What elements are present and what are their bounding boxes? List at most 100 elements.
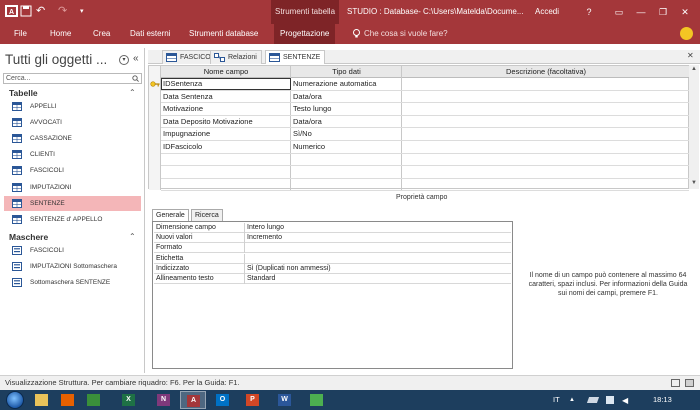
feedback-smiley-icon[interactable] bbox=[680, 27, 693, 40]
property-value[interactable]: Intero lungo bbox=[247, 223, 284, 233]
property-row[interactable]: Indicizzato Sì (Duplicati non ammessi) bbox=[154, 263, 511, 274]
taskbar-word-icon[interactable]: W bbox=[272, 391, 298, 409]
group-collapse-chevron-icon[interactable]: ⌃ bbox=[129, 88, 136, 97]
scroll-down-icon[interactable]: ▼ bbox=[691, 180, 697, 186]
property-row[interactable]: Dimensione campo Intero lungo bbox=[154, 223, 511, 233]
design-grid-row[interactable]: Data Deposito Motivazione Data/ora bbox=[161, 116, 689, 129]
description-cell[interactable] bbox=[402, 103, 689, 115]
design-view-icon[interactable] bbox=[685, 379, 694, 387]
close-button[interactable]: ✕ bbox=[670, 0, 700, 24]
data-type-cell[interactable]: Sì/No bbox=[291, 128, 402, 140]
property-row[interactable]: Etichetta bbox=[154, 253, 511, 264]
design-grid-row[interactable]: IDSentenza Numerazione automatica bbox=[161, 78, 689, 91]
clock[interactable]: 18:13 bbox=[653, 390, 672, 410]
nav-item[interactable]: CASSAZIONE bbox=[4, 131, 141, 146]
scroll-up-icon[interactable]: ▲ bbox=[691, 66, 697, 72]
nav-item[interactable]: IMPUTAZIONI bbox=[4, 180, 141, 195]
nav-search-input[interactable]: Cerca... bbox=[3, 73, 142, 84]
taskbar-media-icon[interactable] bbox=[81, 391, 107, 409]
taskbar-onenote-icon[interactable]: N bbox=[151, 391, 177, 409]
column-header-descrizione[interactable]: Descrizione (facoltativa) bbox=[402, 66, 690, 78]
taskbar-powerpoint-icon[interactable]: P bbox=[240, 391, 266, 409]
description-cell[interactable] bbox=[402, 141, 689, 153]
tab-progettazione[interactable]: Progettazione bbox=[274, 24, 336, 44]
nav-item[interactable]: SENTENZE d' APPELLO bbox=[4, 212, 141, 227]
nav-item[interactable]: Sottomaschera SENTENZE bbox=[4, 275, 141, 290]
volume-icon[interactable]: ◀ bbox=[622, 396, 628, 405]
language-indicator[interactable]: IT bbox=[553, 390, 560, 410]
design-grid-row[interactable]: Data Sentenza Data/ora bbox=[161, 91, 689, 104]
nav-item[interactable]: SENTENZE bbox=[4, 195, 141, 211]
tab-home[interactable]: Home bbox=[50, 24, 71, 44]
design-grid-row[interactable]: Impugnazione Sì/No bbox=[161, 128, 689, 141]
nav-menu-chevron-icon[interactable]: ▾ bbox=[119, 55, 129, 65]
taskbar-explorer-icon[interactable] bbox=[29, 391, 55, 409]
field-name-cell[interactable]: Impugnazione bbox=[161, 128, 291, 140]
tab-crea[interactable]: Crea bbox=[93, 24, 110, 44]
datasheet-view-icon[interactable] bbox=[671, 379, 680, 387]
design-grid-row[interactable] bbox=[161, 179, 689, 192]
nav-group-header[interactable]: Tabelle bbox=[9, 88, 38, 98]
design-grid-row[interactable] bbox=[161, 166, 689, 179]
data-type-cell[interactable]: Testo lungo bbox=[291, 103, 402, 115]
tab-ricerca[interactable]: Ricerca bbox=[191, 209, 223, 221]
column-header-nome-campo[interactable]: Nome campo bbox=[161, 66, 291, 78]
property-value[interactable]: Sì (Duplicati non ammessi) bbox=[247, 264, 331, 274]
property-row[interactable]: Allineamento testo Standard bbox=[154, 274, 511, 284]
taskbar-outlook-icon[interactable]: O bbox=[210, 391, 236, 409]
design-grid-row[interactable]: Motivazione Testo lungo bbox=[161, 103, 689, 116]
nav-group-header[interactable]: Maschere bbox=[9, 232, 48, 242]
property-row[interactable]: Formato bbox=[154, 243, 511, 254]
nav-item[interactable]: CLIENTI bbox=[4, 147, 141, 162]
description-cell[interactable] bbox=[402, 116, 689, 128]
design-grid-row[interactable] bbox=[161, 154, 689, 167]
data-type-cell[interactable]: Numerazione automatica bbox=[291, 78, 402, 90]
column-header-tipo-dati[interactable]: Tipo dati bbox=[291, 66, 402, 78]
tray-expand-icon[interactable]: ▲ bbox=[569, 390, 575, 410]
nav-item[interactable]: APPELLI bbox=[4, 99, 141, 114]
field-name-cell[interactable]: Motivazione bbox=[161, 103, 291, 115]
data-type-cell[interactable]: Data/ora bbox=[291, 116, 402, 128]
field-name-cell[interactable]: Data Sentenza bbox=[161, 91, 291, 103]
collapse-nav-icon[interactable]: « bbox=[133, 53, 139, 64]
nav-pane-title[interactable]: Tutti gli oggetti ... bbox=[5, 52, 107, 67]
help-button[interactable]: ? bbox=[574, 0, 604, 24]
tab-strumenti-database[interactable]: Strumenti database bbox=[189, 24, 258, 44]
nav-item[interactable]: FASCICOLI bbox=[4, 243, 141, 258]
tell-me-search[interactable]: Che cosa si vuole fare? bbox=[364, 24, 448, 44]
start-button-icon[interactable] bbox=[6, 391, 24, 409]
taskbar-firefox-icon[interactable] bbox=[55, 391, 81, 409]
close-document-icon[interactable]: ✕ bbox=[687, 51, 694, 60]
design-grid-row[interactable]: IDFascicolo Numerico bbox=[161, 141, 689, 154]
grid-vertical-scrollbar[interactable]: ▲ ▼ bbox=[689, 65, 699, 189]
taskbar-excel-icon[interactable]: X bbox=[116, 391, 142, 409]
tab-dati-esterni[interactable]: Dati esterni bbox=[130, 24, 170, 44]
nav-item[interactable]: FASCICOLI bbox=[4, 163, 141, 178]
sign-in-link[interactable]: Accedi bbox=[535, 0, 559, 24]
undo-icon[interactable]: ↶ bbox=[36, 4, 45, 17]
group-collapse-chevron-icon[interactable]: ⌃ bbox=[129, 232, 136, 241]
tab-file[interactable]: File bbox=[14, 24, 27, 44]
property-value[interactable]: Incremento bbox=[247, 233, 282, 243]
description-cell[interactable] bbox=[402, 128, 689, 140]
description-cell[interactable] bbox=[402, 78, 689, 90]
nav-item[interactable]: IMPUTAZIONI Sottomaschera bbox=[4, 259, 141, 274]
property-value[interactable]: Standard bbox=[247, 274, 275, 284]
field-name-cell[interactable]: Data Deposito Motivazione bbox=[161, 116, 291, 128]
nav-item[interactable]: AVVOCATI bbox=[4, 115, 141, 130]
redo-icon[interactable]: ↷ bbox=[58, 4, 67, 17]
data-type-cell[interactable]: Data/ora bbox=[291, 91, 402, 103]
data-type-cell[interactable]: Numerico bbox=[291, 141, 402, 153]
doc-tab-relazioni[interactable]: Relazioni bbox=[210, 50, 262, 64]
property-row[interactable]: Nuovi valori Incremento bbox=[154, 233, 511, 244]
taskbar-access-icon[interactable]: A bbox=[180, 391, 206, 409]
save-icon[interactable] bbox=[20, 5, 32, 17]
doc-tab-sentenze[interactable]: SENTENZE bbox=[265, 50, 326, 64]
customize-qat-icon[interactable]: ▾ bbox=[80, 7, 84, 15]
taskbar-chrome-icon[interactable] bbox=[304, 391, 330, 409]
description-cell[interactable] bbox=[402, 91, 689, 103]
network-icon[interactable] bbox=[606, 396, 614, 404]
field-name-cell[interactable]: IDFascicolo bbox=[161, 141, 291, 153]
action-center-flag-icon[interactable] bbox=[586, 397, 600, 403]
field-name-cell[interactable]: IDSentenza bbox=[161, 78, 291, 90]
